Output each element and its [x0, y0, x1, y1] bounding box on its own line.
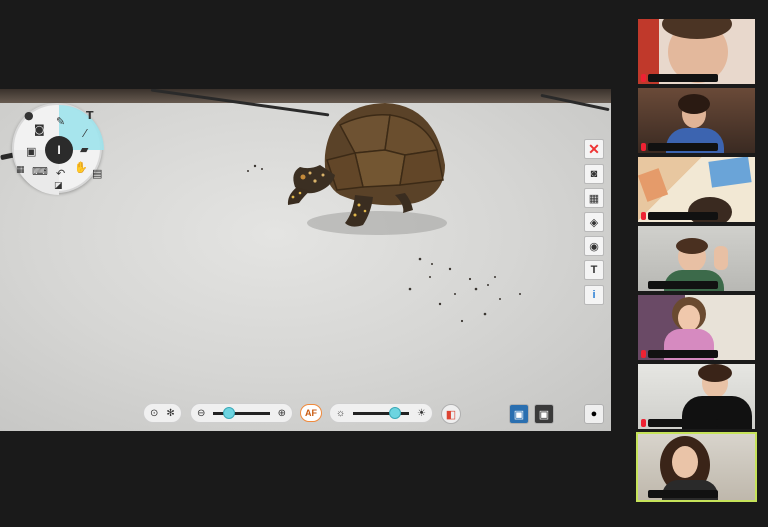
wall-poster	[638, 168, 669, 202]
participant-tile-active-speaker[interactable]	[636, 432, 757, 502]
participant-face	[678, 305, 700, 331]
brush-icon[interactable]: ⁄	[84, 127, 86, 140]
participant-tile[interactable]	[638, 226, 755, 291]
info-icon[interactable]: i	[584, 285, 604, 305]
palette-icon[interactable]: ◈	[584, 212, 604, 232]
brightness-low-icon[interactable]: ☼	[336, 408, 345, 419]
annotation-tool-wheel[interactable]: ● ◙ ✎ T ⁄ ▰ ▣ ✋ ↶ ⌨ ▤ ◪ ▦ I	[12, 103, 104, 195]
brightness-slider[interactable]: ☼ ☀	[329, 403, 433, 423]
participant-name-redacted	[648, 490, 718, 498]
image-icon[interactable]: ▦	[16, 165, 25, 175]
zoom-out-icon[interactable]: ⊖	[197, 408, 205, 419]
annotation-mode-button[interactable]: I	[45, 136, 73, 164]
focus-controls[interactable]: ⊙ ✻	[143, 403, 182, 423]
participant-hair	[698, 364, 732, 382]
muted-mic-icon	[641, 212, 646, 220]
pen-icon[interactable]: ✎	[56, 115, 65, 128]
text-tool-icon[interactable]: T	[584, 260, 604, 280]
muted-mic-icon	[641, 74, 646, 82]
undo-icon[interactable]: ↶	[56, 167, 65, 180]
participant-face	[672, 446, 698, 478]
brightness-knob[interactable]	[389, 406, 402, 419]
fit-icon[interactable]: ⊙	[150, 408, 158, 419]
close-icon[interactable]: ✕	[584, 139, 604, 159]
freeze-icon[interactable]: ✻	[166, 408, 174, 419]
mirror-icon[interactable]: ◧	[441, 404, 461, 424]
camera-icon[interactable]: ◙	[584, 164, 604, 184]
participant-tile[interactable]	[638, 157, 755, 222]
participant-name-redacted	[648, 419, 718, 427]
muted-mic-icon	[641, 350, 646, 358]
image-icon[interactable]: ▦	[584, 188, 604, 208]
zoom-slider[interactable]: ⊖ ⊕	[190, 403, 293, 423]
camera-icon[interactable]: ◙	[34, 123, 45, 136]
participant-hair	[678, 94, 710, 114]
raised-hand	[714, 246, 728, 270]
participant-name-redacted	[648, 212, 718, 220]
layers-icon[interactable]: ▤	[92, 167, 102, 180]
keyboard-icon[interactable]: ⌨	[32, 165, 48, 178]
gallery-icon[interactable]: ▣	[534, 404, 554, 424]
participant-tile[interactable]	[638, 88, 755, 153]
video-call-window: ● ◙ ✎ T ⁄ ▰ ▣ ✋ ↶ ⌨ ▤ ◪ ▦ I ✕ ◙ ▦ ◈ ◉ T …	[0, 0, 768, 527]
snapshot-icon[interactable]: ◉	[584, 236, 604, 256]
box-turtle	[287, 103, 447, 235]
participant-name-redacted	[648, 143, 718, 151]
participant-hair	[676, 238, 708, 254]
shared-document-camera-video: ● ◙ ✎ T ⁄ ▰ ▣ ✋ ↶ ⌨ ▤ ◪ ▦ I ✕ ◙ ▦ ◈ ◉ T …	[0, 89, 611, 431]
brightness-track[interactable]	[353, 406, 410, 419]
wall-poster	[708, 157, 752, 188]
participant-name-redacted	[648, 281, 718, 289]
monitor-icon[interactable]: ▣	[26, 145, 36, 158]
hand-icon[interactable]: ✋	[74, 161, 88, 174]
autofocus-button[interactable]: AF	[300, 404, 322, 422]
participant-name-redacted	[648, 74, 718, 82]
participant-name-redacted	[648, 350, 718, 358]
muted-mic-icon	[641, 143, 646, 151]
eraser-icon[interactable]: ▰	[80, 143, 88, 156]
zoom-knob[interactable]	[223, 406, 236, 419]
participant-tile[interactable]	[638, 295, 755, 360]
zoom-in-icon[interactable]: ⊕	[278, 408, 286, 419]
participant-tile[interactable]	[638, 364, 755, 429]
text-icon[interactable]: T	[86, 109, 94, 122]
brightness-high-icon[interactable]: ☀	[417, 408, 426, 419]
capture-image-icon[interactable]: ▣	[509, 404, 529, 424]
zoom-track[interactable]	[213, 406, 270, 419]
palette-icon[interactable]: ●	[24, 109, 34, 122]
participant-tile[interactable]	[638, 19, 755, 84]
record-icon[interactable]: ●	[584, 404, 604, 424]
muted-mic-icon	[641, 419, 646, 427]
crop-icon[interactable]: ◪	[54, 181, 63, 191]
